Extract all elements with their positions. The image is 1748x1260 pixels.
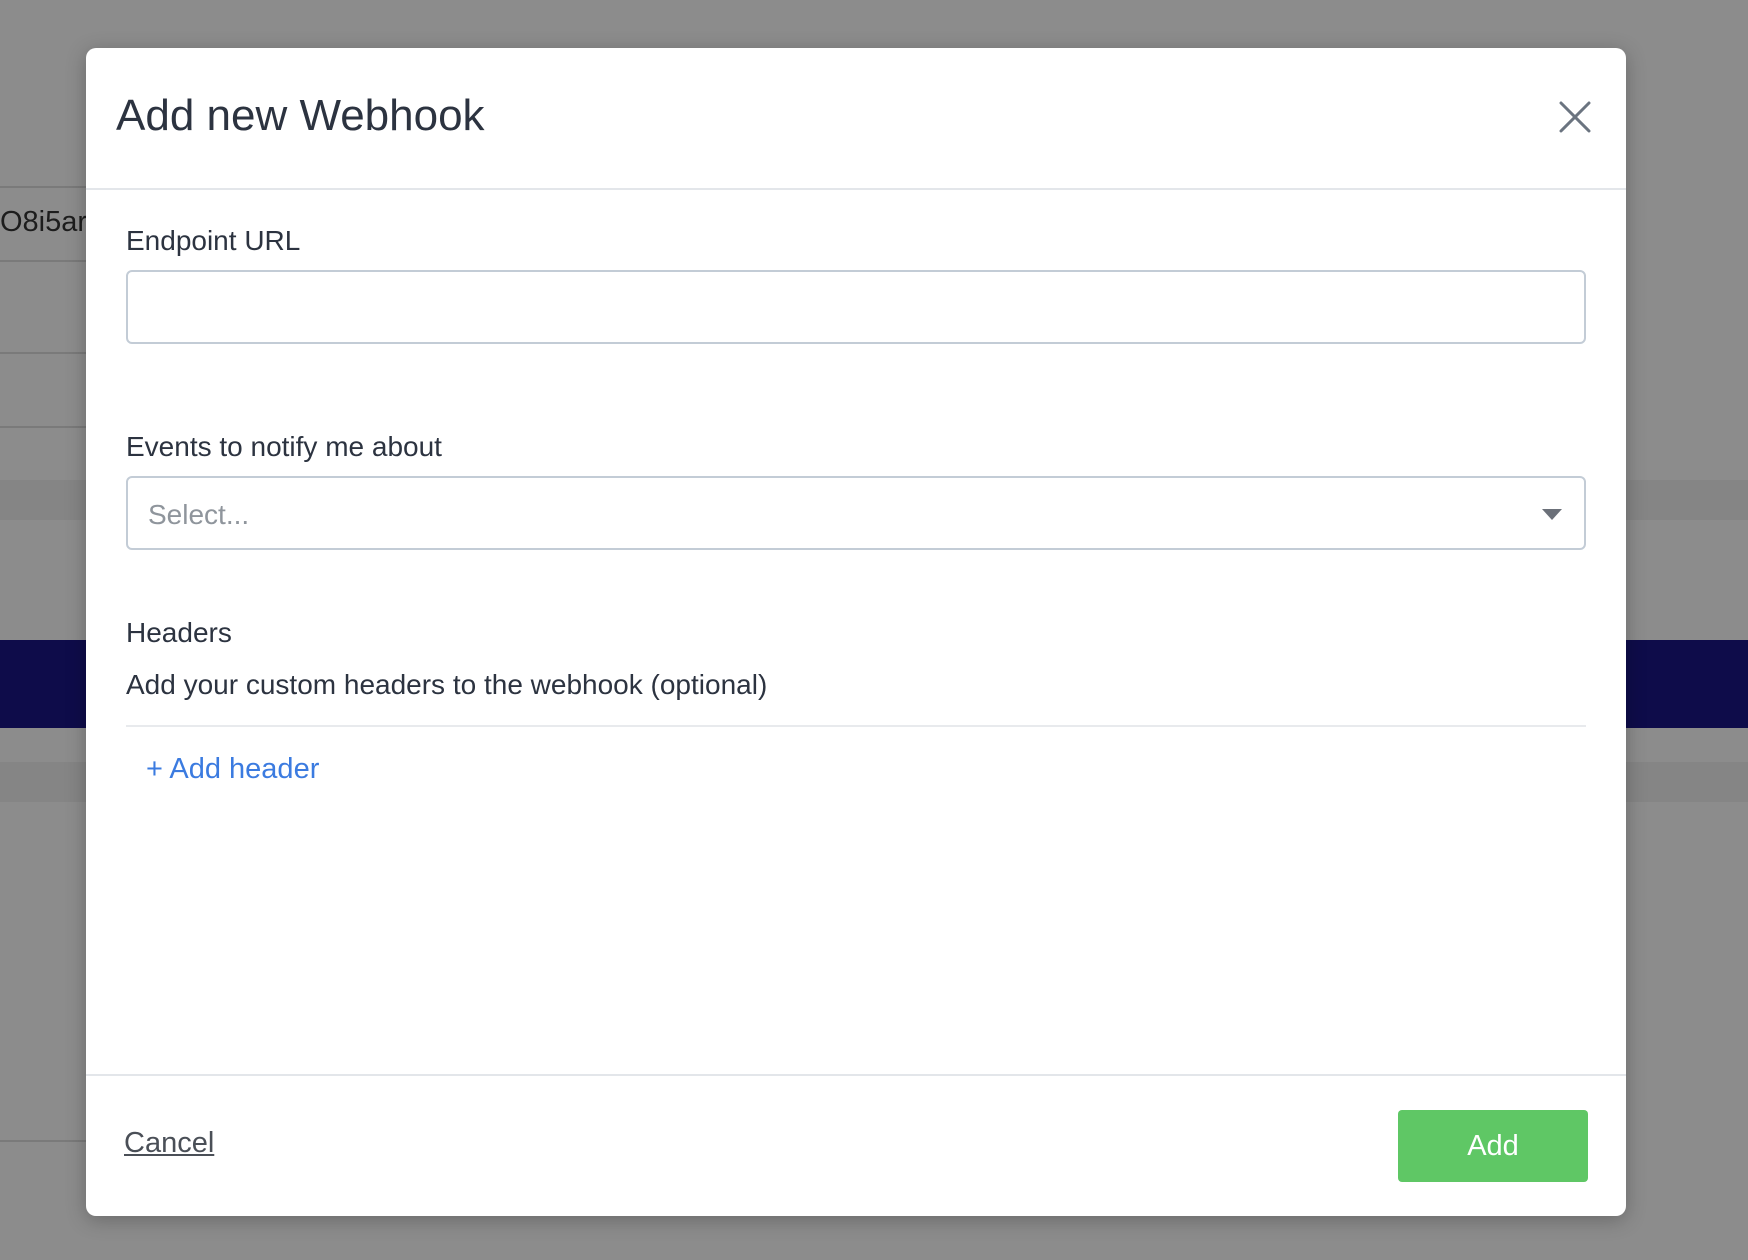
add-header-link[interactable]: + Add header xyxy=(146,752,319,787)
events-select-placeholder: Select... xyxy=(148,499,250,530)
cancel-button[interactable]: Cancel xyxy=(124,1126,214,1161)
headers-title: Headers xyxy=(126,617,232,648)
modal-header: Add new Webhook xyxy=(86,48,1626,190)
background-partial-text: O8i5ar xyxy=(0,206,88,238)
background-divider xyxy=(0,260,86,262)
events-select[interactable]: Select... xyxy=(126,476,1586,550)
modal-title: Add new Webhook xyxy=(116,91,485,140)
modal-footer: Cancel Add xyxy=(86,1074,1626,1216)
headers-divider xyxy=(126,725,1586,727)
add-webhook-modal: Add new Webhook Endpoint URL Events to n… xyxy=(86,48,1626,1216)
endpoint-url-label: Endpoint URL xyxy=(126,225,301,256)
headers-description: Add your custom headers to the webhook (… xyxy=(126,669,768,700)
close-icon xyxy=(1559,101,1591,133)
caret-down-icon xyxy=(1542,509,1562,520)
background-divider xyxy=(0,1140,86,1142)
background-divider xyxy=(0,426,86,428)
events-label: Events to notify me about xyxy=(126,431,442,462)
endpoint-url-input[interactable] xyxy=(126,270,1586,344)
background-divider xyxy=(0,352,86,354)
close-button[interactable] xyxy=(1558,100,1592,134)
background-divider xyxy=(0,186,86,188)
add-button[interactable]: Add xyxy=(1398,1110,1588,1182)
